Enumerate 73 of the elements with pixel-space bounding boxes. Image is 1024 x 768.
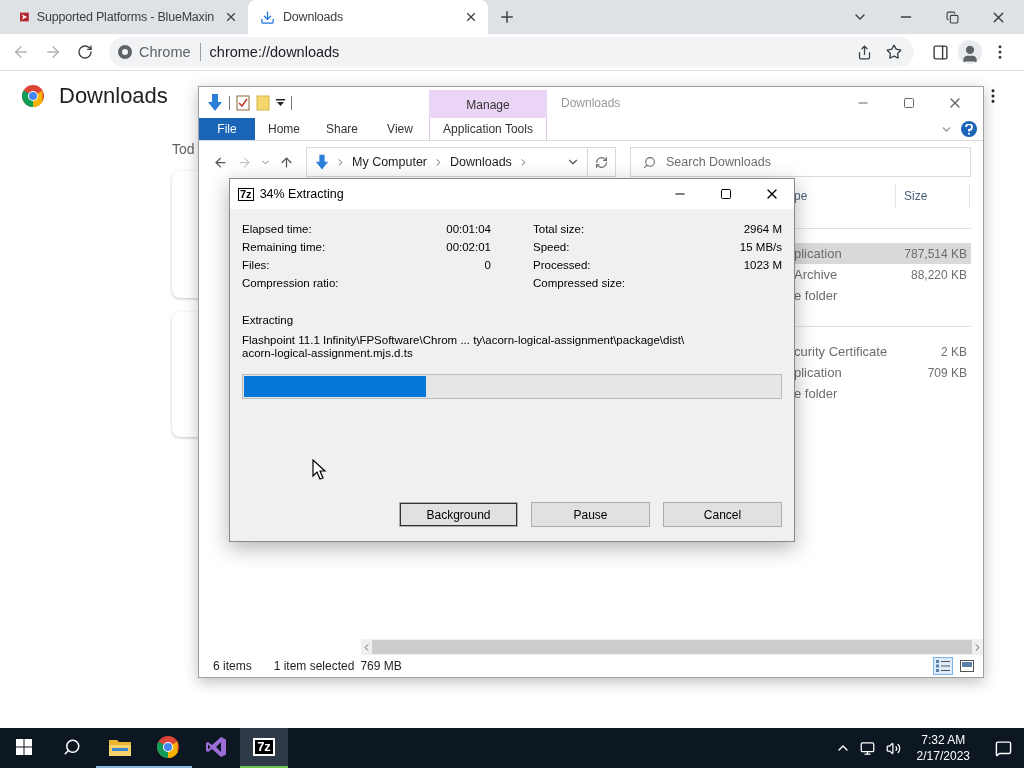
size-cell-text: 2 KB xyxy=(940,344,968,359)
column-header[interactable]: Size xyxy=(896,184,970,208)
download-arrow-icon xyxy=(315,153,329,171)
maximize-icon[interactable] xyxy=(718,186,734,202)
file-path: Flashpoint 11.1 Infinity\FPSoftware\Chrom ... ty\acorn-logical-assignment\package\dist\ xyxy=(242,334,686,347)
download-arrow-icon xyxy=(207,93,223,112)
search-field[interactable]: Search Downloads xyxy=(630,147,971,177)
download-icon xyxy=(260,9,275,25)
stat-label: Files: xyxy=(242,259,270,271)
size-cell-text: 787,514 KB xyxy=(903,246,968,261)
type-cell-text: curity Certificate xyxy=(793,344,889,359)
address-field[interactable]: My Computer Downloads xyxy=(306,147,588,177)
stat-value: 00:01:04 xyxy=(446,223,491,235)
type-cell-text: Archive xyxy=(793,267,839,282)
infinity-logo-icon xyxy=(204,735,228,759)
type-cell-text: plication xyxy=(793,246,843,261)
folder-icon xyxy=(256,94,270,111)
folder-icon xyxy=(108,737,132,757)
stat-value: 0 xyxy=(484,259,491,271)
stat-value: 15 MB/s xyxy=(739,241,782,253)
context-group-label: Manage xyxy=(429,90,547,118)
stat-label: Remaining time: xyxy=(242,241,326,253)
stat-label: Elapsed time: xyxy=(242,223,312,235)
item-count: 6 items xyxy=(213,659,252,673)
chrome-site-icon xyxy=(117,44,133,60)
stat-label: Processed: xyxy=(533,259,591,271)
stat-value: 00:02:01 xyxy=(446,241,491,253)
dropdown-icon xyxy=(276,98,285,107)
page-title: Downloads xyxy=(59,83,168,109)
type-cell-text: e folder xyxy=(793,386,839,401)
file-path: acorn-logical-assignment.mjs.d.ts xyxy=(242,347,414,360)
taskbar-app-button[interactable]: 7z xyxy=(240,728,288,768)
chrome-logo-icon xyxy=(21,84,45,108)
stat-label: Speed: xyxy=(533,241,570,253)
windows-logo-icon xyxy=(16,739,32,755)
address-bar[interactable]: Chrome chrome://downloads xyxy=(109,37,914,67)
browser-tab[interactable]: Supported Platforms - BlueMaxin xyxy=(8,0,248,34)
dialog-title: 34% Extracting xyxy=(259,187,345,201)
size-cell-text: 88,220 KB xyxy=(909,267,968,282)
sevenzip-logo-icon: 7z xyxy=(253,738,275,756)
details-view-icon[interactable] xyxy=(933,657,953,675)
sevenzip-logo-icon: 7z xyxy=(238,187,254,201)
profile-avatar[interactable] xyxy=(958,40,982,64)
refresh-icon xyxy=(595,155,608,169)
type-cell-text: e folder xyxy=(793,288,839,303)
stat-value: 2964 M xyxy=(743,223,782,235)
dialog-button[interactable]: Cancel xyxy=(663,502,782,527)
operation-label: Extracting xyxy=(242,314,295,326)
file-menu-button[interactable]: File xyxy=(199,118,255,140)
window-title: Downloads xyxy=(561,96,622,112)
dialog-button[interactable]: Pause xyxy=(531,502,650,527)
search-icon xyxy=(643,155,656,169)
stat-label: Compressed size: xyxy=(533,277,626,289)
selection-size: 769 MB xyxy=(360,659,402,673)
breadcrumb-link[interactable]: My Computer xyxy=(352,155,428,169)
selection-info: 1 item selected xyxy=(273,659,355,673)
help-icon[interactable] xyxy=(961,121,977,137)
breadcrumb-link[interactable]: Downloads xyxy=(450,155,512,169)
search-icon xyxy=(63,738,81,756)
stat-label: Total size: xyxy=(533,223,585,235)
properties-icon xyxy=(236,94,250,111)
horizontal-scrollbar[interactable] xyxy=(361,639,983,655)
chrome-logo-icon xyxy=(156,735,180,759)
size-cell-text: 709 KB xyxy=(926,365,968,380)
type-cell-text: plication xyxy=(793,365,843,380)
stat-label: Compression ratio: xyxy=(242,277,339,289)
refresh-button[interactable] xyxy=(588,147,616,177)
stat-value: 1023 M xyxy=(743,259,782,271)
section-heading: Tod xyxy=(172,141,196,157)
clock[interactable]: 7:32 AM 2/17/2023 xyxy=(916,732,970,764)
dialog-button[interactable]: Background xyxy=(399,502,518,527)
large-icons-view-icon[interactable] xyxy=(957,657,977,675)
browser-tab[interactable]: Downloads xyxy=(248,0,488,34)
